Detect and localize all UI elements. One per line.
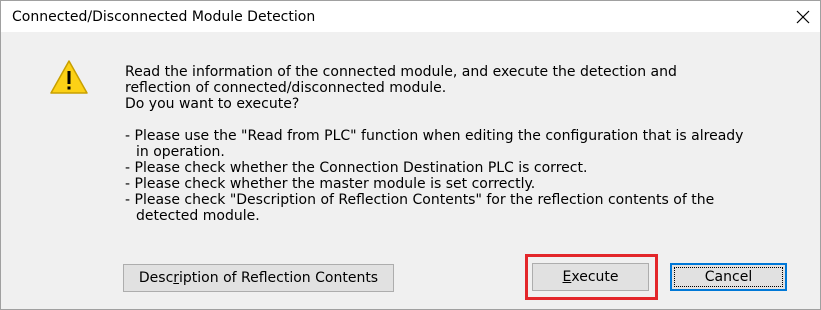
message-note-line: - Please check "Description of Reflectio…	[125, 192, 715, 208]
dialog-content: Read the information of the connected mo…	[1, 32, 820, 309]
button-label-part: iption of Reflection Contents	[179, 270, 379, 286]
button-accelerator: E	[562, 269, 572, 285]
message-text: Read the information of the connected mo…	[125, 64, 805, 224]
message-spacer	[125, 112, 805, 128]
cancel-button[interactable]: Cancel	[670, 263, 787, 291]
title-bar[interactable]: Connected/Disconnected Module Detection	[1, 1, 820, 32]
dialog-window: Connected/Disconnected Module Detection …	[0, 0, 821, 310]
message-intro-line: Read the information of the connected mo…	[125, 64, 677, 80]
close-icon	[796, 10, 810, 23]
button-label-part: xecute	[571, 269, 619, 285]
window-title: Connected/Disconnected Module Detection	[12, 9, 316, 25]
message-note-line: - Please check whether the master module…	[125, 176, 536, 192]
message-intro-line: reflection of connected/disconnected mod…	[125, 80, 447, 96]
message-note-line: - Please use the "Read from PLC" functio…	[125, 128, 744, 144]
focus-ring	[674, 267, 783, 287]
message-note-line: - Please check whether the Connection De…	[125, 160, 588, 176]
close-button[interactable]	[786, 1, 820, 32]
message-note-line: in operation.	[136, 144, 225, 160]
button-label-part: Desc	[138, 270, 174, 286]
description-of-reflection-contents-button[interactable]: Desc r iption of Reflection Contents	[123, 264, 394, 292]
message-note-line: detected module.	[136, 208, 260, 224]
execute-button[interactable]: Execute	[532, 263, 649, 291]
message-intro-line: Do you want to execute?	[125, 96, 300, 112]
warning-icon	[50, 60, 88, 94]
